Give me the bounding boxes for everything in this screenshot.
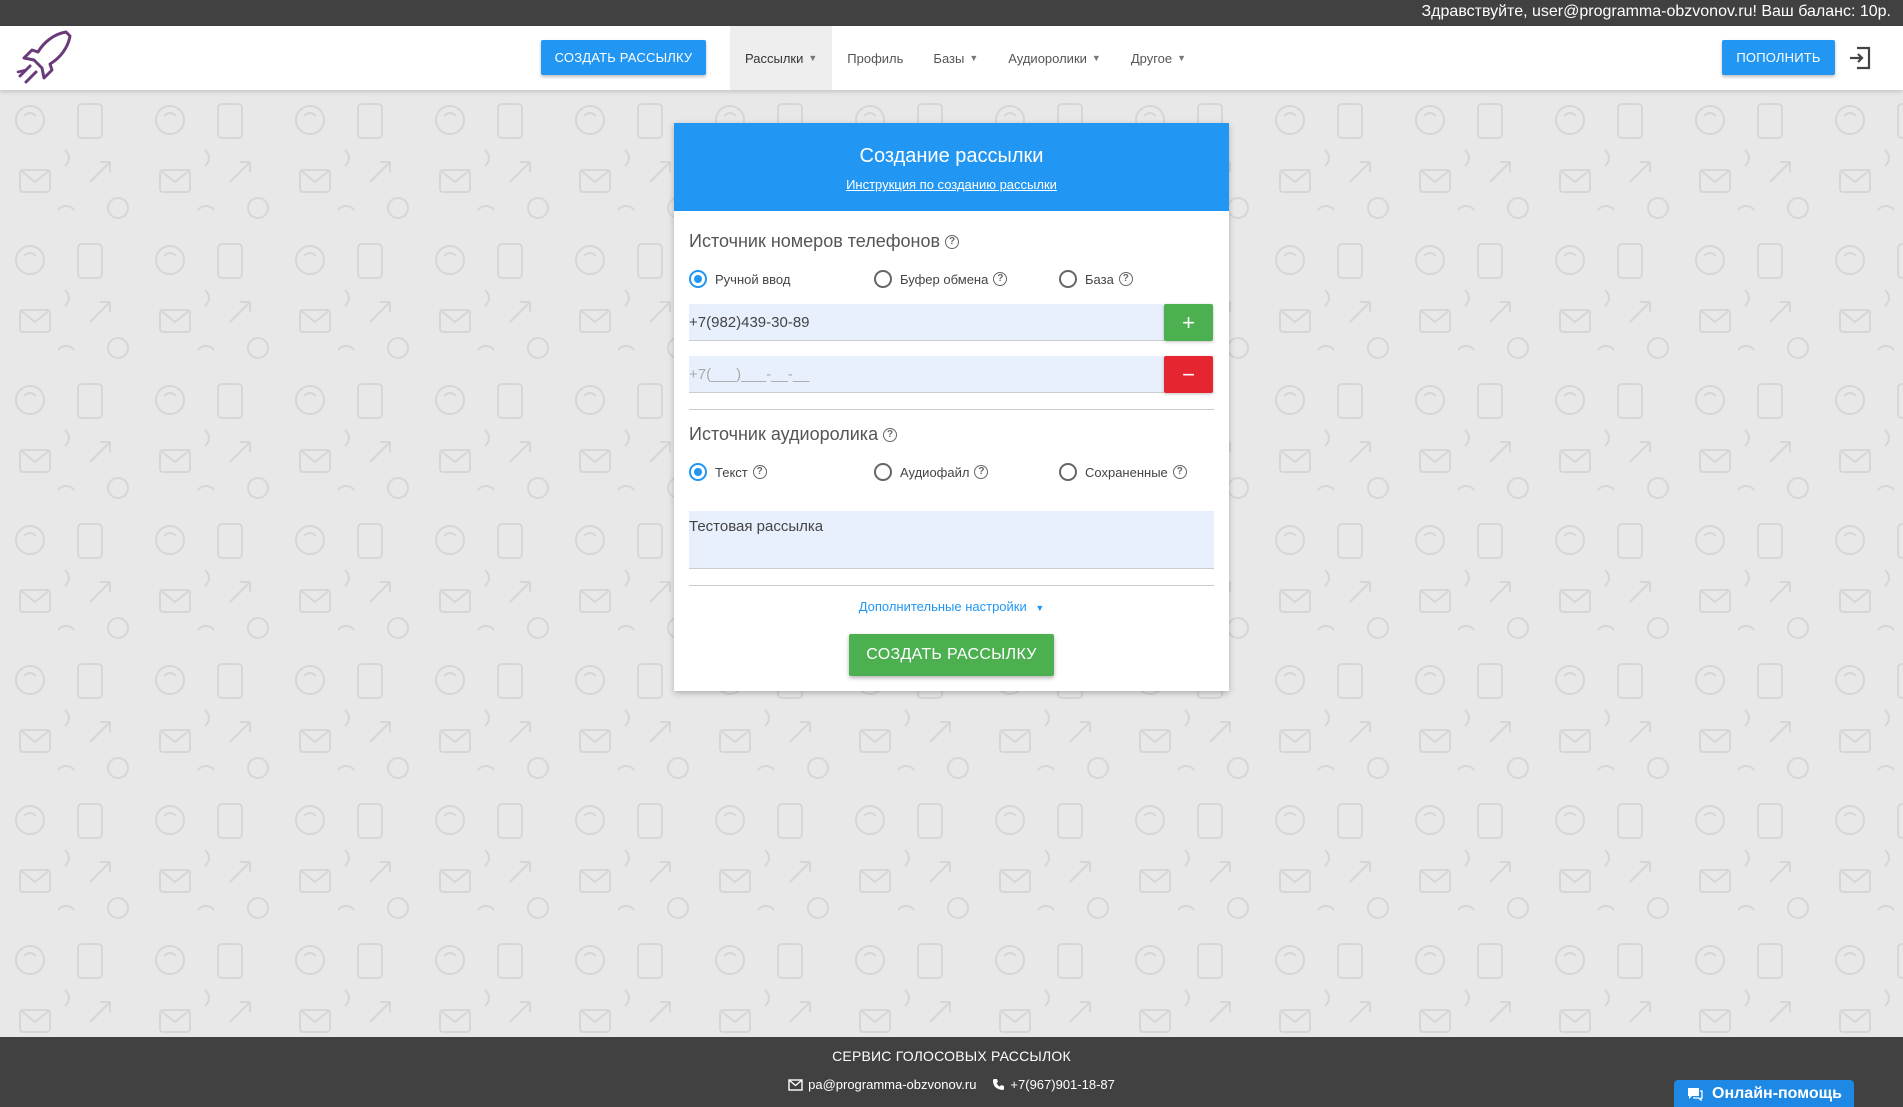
nav-item-profile[interactable]: Профиль xyxy=(832,26,918,90)
question-circle-icon[interactable]: ? xyxy=(752,465,767,479)
chevron-down-icon: ▼ xyxy=(1177,53,1187,63)
online-help-label: Онлайн-помощь xyxy=(1712,1084,1842,1102)
footer-contacts: pa@programma-obzvonov.ru +7(967)901-18-8… xyxy=(0,1077,1903,1092)
remove-phone-button[interactable]: − xyxy=(1164,356,1213,393)
topup-button[interactable]: ПОПОЛНИТЬ xyxy=(1722,40,1835,75)
chevron-down-icon: ▼ xyxy=(808,53,818,63)
radio-label: Буфер обмена xyxy=(900,271,989,287)
advanced-settings-link[interactable]: Дополнительные настройки ▼ xyxy=(674,599,1229,614)
question-circle-icon[interactable]: ? xyxy=(1118,272,1133,286)
nav-item-other[interactable]: Другое ▼ xyxy=(1116,26,1201,90)
audio-source-title-text: Источник аудиоролика xyxy=(689,424,879,444)
greeting-bar: Здравствуйте, user@programma-obzvonov.ru… xyxy=(0,0,1903,26)
audio-source-title: Источник аудиоролика ? xyxy=(689,424,898,445)
nav-item-bases[interactable]: Базы ▼ xyxy=(918,26,993,90)
footer: СЕРВИС ГОЛОСОВЫХ РАССЫЛОК pa@programma-o… xyxy=(0,1037,1903,1107)
nav-item-label: Аудиоролики xyxy=(1008,50,1087,66)
radio-circle[interactable] xyxy=(1059,463,1077,481)
footer-title: СЕРВИС ГОЛОСОВЫХ РАССЫЛОК xyxy=(832,1048,1071,1064)
nav-item-label: Базы xyxy=(933,50,965,66)
card-header: Создание рассылки Инструкция по созданию… xyxy=(674,123,1229,211)
phone-input-1[interactable] xyxy=(689,304,1164,341)
phone-source-title: Источник номеров телефонов ? xyxy=(689,231,960,252)
nav-item-audio[interactable]: Аудиоролики ▼ xyxy=(993,26,1116,90)
radio-circle-checked[interactable] xyxy=(689,463,707,481)
radio-label: Текст xyxy=(715,464,748,480)
greeting-text: Здравствуйте, user@programma-obzvonov.ru… xyxy=(1421,3,1891,20)
logout-icon[interactable] xyxy=(1847,45,1873,71)
radio-circle-checked[interactable] xyxy=(689,270,707,288)
footer-phone-text: +7(967)901-18-87 xyxy=(1010,1077,1115,1092)
radio-saved[interactable]: Сохраненные ? xyxy=(1059,463,1187,481)
audio-source-options: Текст ? Аудиофайл ? Сохраненные ? xyxy=(689,463,1219,485)
message-textarea[interactable]: Тестовая рассылка xyxy=(689,511,1214,569)
nav-menu: Рассылки ▼ Профиль Базы ▼ Аудиоролики ▼ … xyxy=(730,26,1201,90)
divider xyxy=(689,409,1214,410)
question-circle-icon[interactable]: ? xyxy=(883,427,898,442)
question-circle-icon[interactable]: ? xyxy=(1172,465,1187,479)
radio-manual-input[interactable]: Ручной ввод xyxy=(689,270,790,288)
radio-label: Ручной ввод xyxy=(715,271,791,287)
divider xyxy=(689,585,1214,586)
radio-circle[interactable] xyxy=(874,463,892,481)
radio-label: Аудиофайл xyxy=(900,464,970,480)
nav-item-mailings[interactable]: Рассылки ▼ xyxy=(730,26,833,90)
create-mailing-card: Создание рассылки Инструкция по созданию… xyxy=(674,123,1229,691)
phone-icon xyxy=(993,1079,1005,1090)
instruction-link[interactable]: Инструкция по созданию рассылки xyxy=(846,177,1057,192)
phone-source-options: Ручной ввод Буфер обмена ? База ? xyxy=(689,270,1219,292)
radio-circle[interactable] xyxy=(874,270,892,288)
question-circle-icon[interactable]: ? xyxy=(974,465,989,479)
radio-circle[interactable] xyxy=(1059,270,1077,288)
online-help-button[interactable]: Онлайн-помощь xyxy=(1674,1080,1854,1107)
create-mailing-submit-button[interactable]: СОЗДАТЬ РАССЫЛКУ xyxy=(849,634,1054,676)
question-circle-icon[interactable]: ? xyxy=(945,234,960,249)
phone-input-2[interactable] xyxy=(689,356,1164,393)
radio-label: Сохраненные xyxy=(1085,464,1168,480)
create-mailing-nav-button[interactable]: СОЗДАТЬ РАССЫЛКУ xyxy=(541,40,706,75)
add-phone-button[interactable]: + xyxy=(1164,304,1213,341)
chevron-down-icon: ▼ xyxy=(969,53,979,63)
nav-item-label: Другое xyxy=(1130,50,1173,66)
nav-item-label: Рассылки xyxy=(745,50,804,66)
advanced-settings-label: Дополнительные настройки xyxy=(858,599,1027,614)
radio-clipboard[interactable]: Буфер обмена ? xyxy=(874,270,1008,288)
question-circle-icon[interactable]: ? xyxy=(993,272,1008,286)
chat-bubble-icon xyxy=(1688,1087,1703,1101)
radio-label: База xyxy=(1085,271,1114,287)
chevron-down-icon: ▼ xyxy=(1091,53,1101,63)
nav-item-label: Профиль xyxy=(847,50,904,66)
footer-phone[interactable]: +7(967)901-18-87 xyxy=(992,1077,1115,1092)
footer-email-text: pa@programma-obzvonov.ru xyxy=(808,1077,977,1092)
rocket-logo-icon[interactable] xyxy=(14,28,74,88)
card-title: Создание рассылки xyxy=(859,145,1044,167)
radio-audiofile[interactable]: Аудиофайл ? xyxy=(874,463,989,481)
radio-base[interactable]: База ? xyxy=(1059,270,1133,288)
footer-email[interactable]: pa@programma-obzvonov.ru xyxy=(788,1077,976,1092)
main-navbar: СОЗДАТЬ РАССЫЛКУ Рассылки ▼ Профиль Базы… xyxy=(0,26,1903,90)
chevron-down-icon: ▼ xyxy=(1035,603,1045,613)
phone-source-title-text: Источник номеров телефонов xyxy=(689,231,941,251)
envelope-icon xyxy=(788,1078,803,1091)
radio-text[interactable]: Текст ? xyxy=(689,463,767,481)
